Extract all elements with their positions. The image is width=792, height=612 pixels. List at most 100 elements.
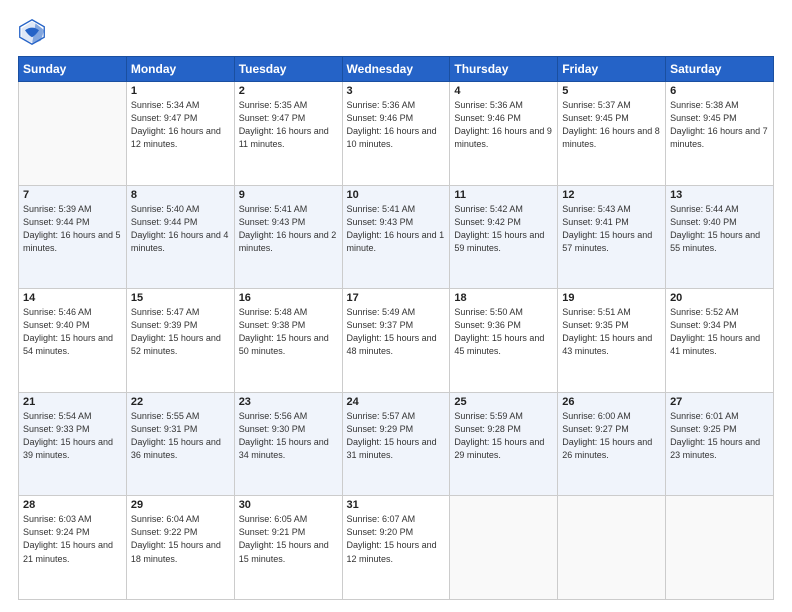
day-number: 19 [562,292,661,304]
week-row-4: 28 Sunrise: 6:03 AMSunset: 9:24 PMDayligh… [19,496,774,600]
day-detail: Sunrise: 5:46 AMSunset: 9:40 PMDaylight:… [23,306,122,358]
day-number: 5 [562,85,661,97]
weekday-header-saturday: Saturday [666,57,774,82]
day-number: 14 [23,292,122,304]
day-detail: Sunrise: 5:54 AMSunset: 9:33 PMDaylight:… [23,410,122,462]
weekday-header-sunday: Sunday [19,57,127,82]
week-row-3: 21 Sunrise: 5:54 AMSunset: 9:33 PMDayligh… [19,392,774,496]
day-detail: Sunrise: 6:04 AMSunset: 9:22 PMDaylight:… [131,513,230,565]
calendar-cell: 13 Sunrise: 5:44 AMSunset: 9:40 PMDayligh… [666,185,774,289]
day-detail: Sunrise: 5:59 AMSunset: 9:28 PMDaylight:… [454,410,553,462]
weekday-header-row: SundayMondayTuesdayWednesdayThursdayFrid… [19,57,774,82]
calendar-cell [19,82,127,186]
day-number: 12 [562,189,661,201]
day-detail: Sunrise: 5:57 AMSunset: 9:29 PMDaylight:… [347,410,446,462]
calendar-cell: 28 Sunrise: 6:03 AMSunset: 9:24 PMDayligh… [19,496,127,600]
day-number: 1 [131,85,230,97]
day-number: 21 [23,396,122,408]
day-detail: Sunrise: 5:41 AMSunset: 9:43 PMDaylight:… [347,203,446,255]
day-number: 30 [239,499,338,511]
day-detail: Sunrise: 6:01 AMSunset: 9:25 PMDaylight:… [670,410,769,462]
calendar-cell: 6Sunrise: 5:38 AMSunset: 9:45 PMDaylight… [666,82,774,186]
day-number: 13 [670,189,769,201]
day-number: 2 [239,85,338,97]
day-detail: Sunrise: 5:36 AMSunset: 9:46 PMDaylight:… [454,99,553,151]
day-detail: Sunrise: 5:37 AMSunset: 9:45 PMDaylight:… [562,99,661,151]
day-detail: Sunrise: 5:39 AMSunset: 9:44 PMDaylight:… [23,203,122,255]
calendar-cell: 22 Sunrise: 5:55 AMSunset: 9:31 PMDayligh… [126,392,234,496]
day-detail: Sunrise: 6:05 AMSunset: 9:21 PMDaylight:… [239,513,338,565]
week-row-1: 7Sunrise: 5:39 AMSunset: 9:44 PMDaylight… [19,185,774,289]
calendar-cell: 24 Sunrise: 5:57 AMSunset: 9:29 PMDayligh… [342,392,450,496]
calendar-cell: 3 Sunrise: 5:36 AMSunset: 9:46 PMDaylight… [342,82,450,186]
week-row-0: 1 Sunrise: 5:34 AMSunset: 9:47 PMDaylight… [19,82,774,186]
day-number: 8 [131,189,230,201]
calendar-cell: 26 Sunrise: 6:00 AMSunset: 9:27 PMDayligh… [558,392,666,496]
day-detail: Sunrise: 5:47 AMSunset: 9:39 PMDaylight:… [131,306,230,358]
calendar-table: SundayMondayTuesdayWednesdayThursdayFrid… [18,56,774,600]
weekday-header-thursday: Thursday [450,57,558,82]
day-number: 26 [562,396,661,408]
day-number: 25 [454,396,553,408]
calendar-cell [450,496,558,600]
day-detail: Sunrise: 5:56 AMSunset: 9:30 PMDaylight:… [239,410,338,462]
day-detail: Sunrise: 5:35 AMSunset: 9:47 PMDaylight:… [239,99,338,151]
logo-icon [18,18,46,46]
calendar-cell: 23 Sunrise: 5:56 AMSunset: 9:30 PMDayligh… [234,392,342,496]
day-number: 11 [454,189,553,201]
day-detail: Sunrise: 5:44 AMSunset: 9:40 PMDaylight:… [670,203,769,255]
calendar-cell: 30 Sunrise: 6:05 AMSunset: 9:21 PMDayligh… [234,496,342,600]
day-number: 3 [347,85,446,97]
calendar-cell: 4 Sunrise: 5:36 AMSunset: 9:46 PMDaylight… [450,82,558,186]
calendar-cell: 7Sunrise: 5:39 AMSunset: 9:44 PMDaylight… [19,185,127,289]
day-number: 27 [670,396,769,408]
calendar-cell: 31 Sunrise: 6:07 AMSunset: 9:20 PMDayligh… [342,496,450,600]
calendar-cell: 25 Sunrise: 5:59 AMSunset: 9:28 PMDayligh… [450,392,558,496]
day-number: 28 [23,499,122,511]
calendar-cell: 8Sunrise: 5:40 AMSunset: 9:44 PMDaylight… [126,185,234,289]
day-number: 23 [239,396,338,408]
day-number: 15 [131,292,230,304]
day-detail: Sunrise: 5:42 AMSunset: 9:42 PMDaylight:… [454,203,553,255]
calendar-cell: 9 Sunrise: 5:41 AMSunset: 9:43 PMDaylight… [234,185,342,289]
day-detail: Sunrise: 5:34 AMSunset: 9:47 PMDaylight:… [131,99,230,151]
day-number: 16 [239,292,338,304]
day-detail: Sunrise: 6:07 AMSunset: 9:20 PMDaylight:… [347,513,446,565]
calendar-cell: 12Sunrise: 5:43 AMSunset: 9:41 PMDayligh… [558,185,666,289]
day-number: 22 [131,396,230,408]
calendar-cell [558,496,666,600]
day-detail: Sunrise: 6:03 AMSunset: 9:24 PMDaylight:… [23,513,122,565]
page: SundayMondayTuesdayWednesdayThursdayFrid… [0,0,792,612]
calendar-cell: 2 Sunrise: 5:35 AMSunset: 9:47 PMDaylight… [234,82,342,186]
calendar-cell: 18Sunrise: 5:50 AMSunset: 9:36 PMDayligh… [450,289,558,393]
header [18,18,774,46]
day-number: 9 [239,189,338,201]
calendar-cell: 1 Sunrise: 5:34 AMSunset: 9:47 PMDaylight… [126,82,234,186]
day-detail: Sunrise: 6:00 AMSunset: 9:27 PMDaylight:… [562,410,661,462]
day-detail: Sunrise: 5:41 AMSunset: 9:43 PMDaylight:… [239,203,338,255]
day-number: 29 [131,499,230,511]
day-detail: Sunrise: 5:55 AMSunset: 9:31 PMDaylight:… [131,410,230,462]
day-detail: Sunrise: 5:48 AMSunset: 9:38 PMDaylight:… [239,306,338,358]
weekday-header-wednesday: Wednesday [342,57,450,82]
calendar-cell: 17 Sunrise: 5:49 AMSunset: 9:37 PMDayligh… [342,289,450,393]
calendar-cell: 14 Sunrise: 5:46 AMSunset: 9:40 PMDayligh… [19,289,127,393]
day-detail: Sunrise: 5:49 AMSunset: 9:37 PMDaylight:… [347,306,446,358]
day-number: 4 [454,85,553,97]
week-row-2: 14 Sunrise: 5:46 AMSunset: 9:40 PMDayligh… [19,289,774,393]
day-number: 17 [347,292,446,304]
day-number: 24 [347,396,446,408]
day-detail: Sunrise: 5:51 AMSunset: 9:35 PMDaylight:… [562,306,661,358]
logo [18,18,50,46]
weekday-header-friday: Friday [558,57,666,82]
day-number: 31 [347,499,446,511]
calendar-cell: 10Sunrise: 5:41 AMSunset: 9:43 PMDayligh… [342,185,450,289]
calendar-cell [666,496,774,600]
day-detail: Sunrise: 5:52 AMSunset: 9:34 PMDaylight:… [670,306,769,358]
day-detail: Sunrise: 5:36 AMSunset: 9:46 PMDaylight:… [347,99,446,151]
weekday-header-tuesday: Tuesday [234,57,342,82]
calendar-cell: 21 Sunrise: 5:54 AMSunset: 9:33 PMDayligh… [19,392,127,496]
calendar-cell: 20Sunrise: 5:52 AMSunset: 9:34 PMDayligh… [666,289,774,393]
calendar-cell: 15 Sunrise: 5:47 AMSunset: 9:39 PMDayligh… [126,289,234,393]
calendar-cell: 5 Sunrise: 5:37 AMSunset: 9:45 PMDaylight… [558,82,666,186]
